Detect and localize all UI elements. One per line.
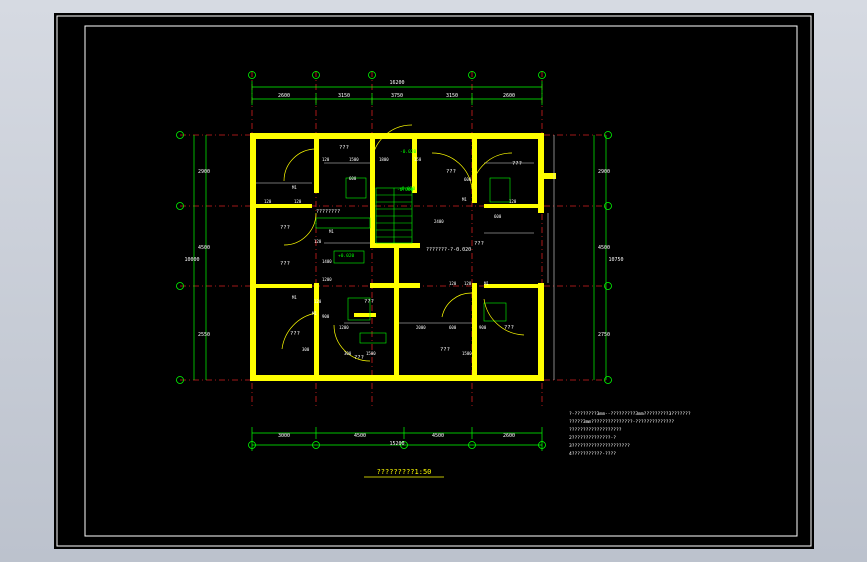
- interior-dim: 1500: [349, 157, 359, 162]
- interior-dim: 600: [464, 177, 472, 182]
- room-label: ???: [339, 145, 349, 151]
- door-tag: M1: [329, 229, 334, 234]
- interior-dim: 1200: [339, 325, 349, 330]
- interior-dim: 300: [344, 351, 352, 356]
- drawing-sheet: 16200 2600 3150 3750 3150 2600 3000 4500…: [54, 13, 814, 549]
- staircase: [315, 177, 511, 344]
- door-tag: M1: [292, 185, 297, 190]
- interior-dim: 150: [414, 157, 422, 162]
- bottom-dim-1: 3000: [278, 433, 290, 439]
- note-line: ?????3mm???????????????-??????????????: [569, 419, 674, 425]
- top-dim-3: 3750: [391, 93, 403, 99]
- note-line: 2??????????????-?: [569, 435, 616, 441]
- room-label: ???: [446, 169, 456, 175]
- interior-dim: 1200: [322, 277, 332, 282]
- top-dim-2: 3150: [338, 93, 350, 99]
- bottom-dim-4: 2600: [503, 433, 515, 439]
- elevation-mark: -0.020: [400, 149, 417, 155]
- left-dim-2: 4500: [198, 245, 210, 251]
- bottom-dim-2: 4500: [354, 433, 366, 439]
- interior-dim: 600: [349, 176, 357, 181]
- top-dim-5: 2600: [503, 93, 515, 99]
- cad-viewport: 16200 2600 3150 3750 3150 2600 3000 4500…: [0, 0, 867, 562]
- note-line: ?-????????3mm--?????????3mm?????????3???…: [569, 411, 691, 417]
- door-tag: M1: [462, 197, 467, 202]
- room-label: ???: [504, 325, 514, 331]
- interior-dim: 300: [302, 347, 310, 352]
- overall-right-dim: 10750: [608, 257, 623, 263]
- door-tag: M1: [312, 311, 317, 316]
- interior-lines: [256, 135, 555, 380]
- top-dim-1: 2600: [278, 93, 290, 99]
- right-dim-2: 4500: [598, 245, 610, 251]
- interior-dim: 120: [294, 199, 302, 204]
- interior-dim: 900: [322, 314, 330, 319]
- interior-dim: 900: [479, 325, 487, 330]
- interior-dim: 1500: [366, 351, 376, 356]
- interior-dim: 120: [264, 199, 272, 204]
- overall-bottom-dim: 15200: [389, 441, 404, 447]
- interior-dim: 1800: [379, 157, 389, 162]
- room-label: ???: [512, 161, 522, 167]
- floor-plan-drawing: 16200 2600 3150 3750 3150 2600 3000 4500…: [56, 15, 812, 547]
- interior-dim: 120: [464, 281, 472, 286]
- room-label: ???: [280, 261, 290, 267]
- elevation-mark: +0.020: [338, 253, 355, 259]
- stair-label-2: ???????-?-0.020: [426, 247, 471, 253]
- walls: [250, 133, 556, 381]
- interior-dim: 600: [449, 325, 457, 330]
- right-dim-3: 2750: [598, 332, 610, 338]
- interior-dim: 120: [314, 299, 322, 304]
- note-line: 4???????????-????: [569, 451, 616, 457]
- interior-dim: 1500: [462, 351, 472, 356]
- bottom-dim-3: 4500: [432, 433, 444, 439]
- note-line: ???????????????????: [569, 427, 622, 433]
- outer-frame: [56, 15, 812, 547]
- interior-dim: 2400: [434, 219, 444, 224]
- top-dim-4: 3150: [446, 93, 458, 99]
- room-label: ???: [290, 331, 300, 337]
- right-dim-1: 2900: [598, 169, 610, 175]
- room-label: ???: [364, 299, 374, 305]
- left-dim-3: 2550: [198, 332, 210, 338]
- drawing-title: ?????????1:50: [377, 468, 432, 476]
- interior-dim: 120: [314, 239, 322, 244]
- general-notes: ?-????????3mm--?????????3mm?????????3???…: [569, 411, 691, 457]
- note-line: 3?????????????????????: [569, 443, 630, 449]
- room-label: ???: [280, 225, 290, 231]
- room-label: ???: [474, 241, 484, 247]
- interior-dim: 1400: [322, 259, 332, 264]
- interior-dim: 120: [509, 199, 517, 204]
- door-tag: M1: [292, 295, 297, 300]
- overall-left-dim: 10000: [184, 257, 199, 263]
- interior-dim: 120: [322, 157, 330, 162]
- room-label: ???: [440, 347, 450, 353]
- stair-label: ????????: [316, 209, 340, 215]
- sheet-border: [84, 25, 798, 537]
- elevation-mark: -0.020: [399, 186, 416, 192]
- room-label: ???: [354, 355, 364, 361]
- interior-dim: 600: [494, 214, 502, 219]
- door-tag: M1: [484, 281, 489, 286]
- left-dim-1: 2900: [198, 169, 210, 175]
- overall-top-dim: 16200: [389, 80, 404, 86]
- interior-dim: 2000: [416, 325, 426, 330]
- interior-dim: 120: [449, 281, 457, 286]
